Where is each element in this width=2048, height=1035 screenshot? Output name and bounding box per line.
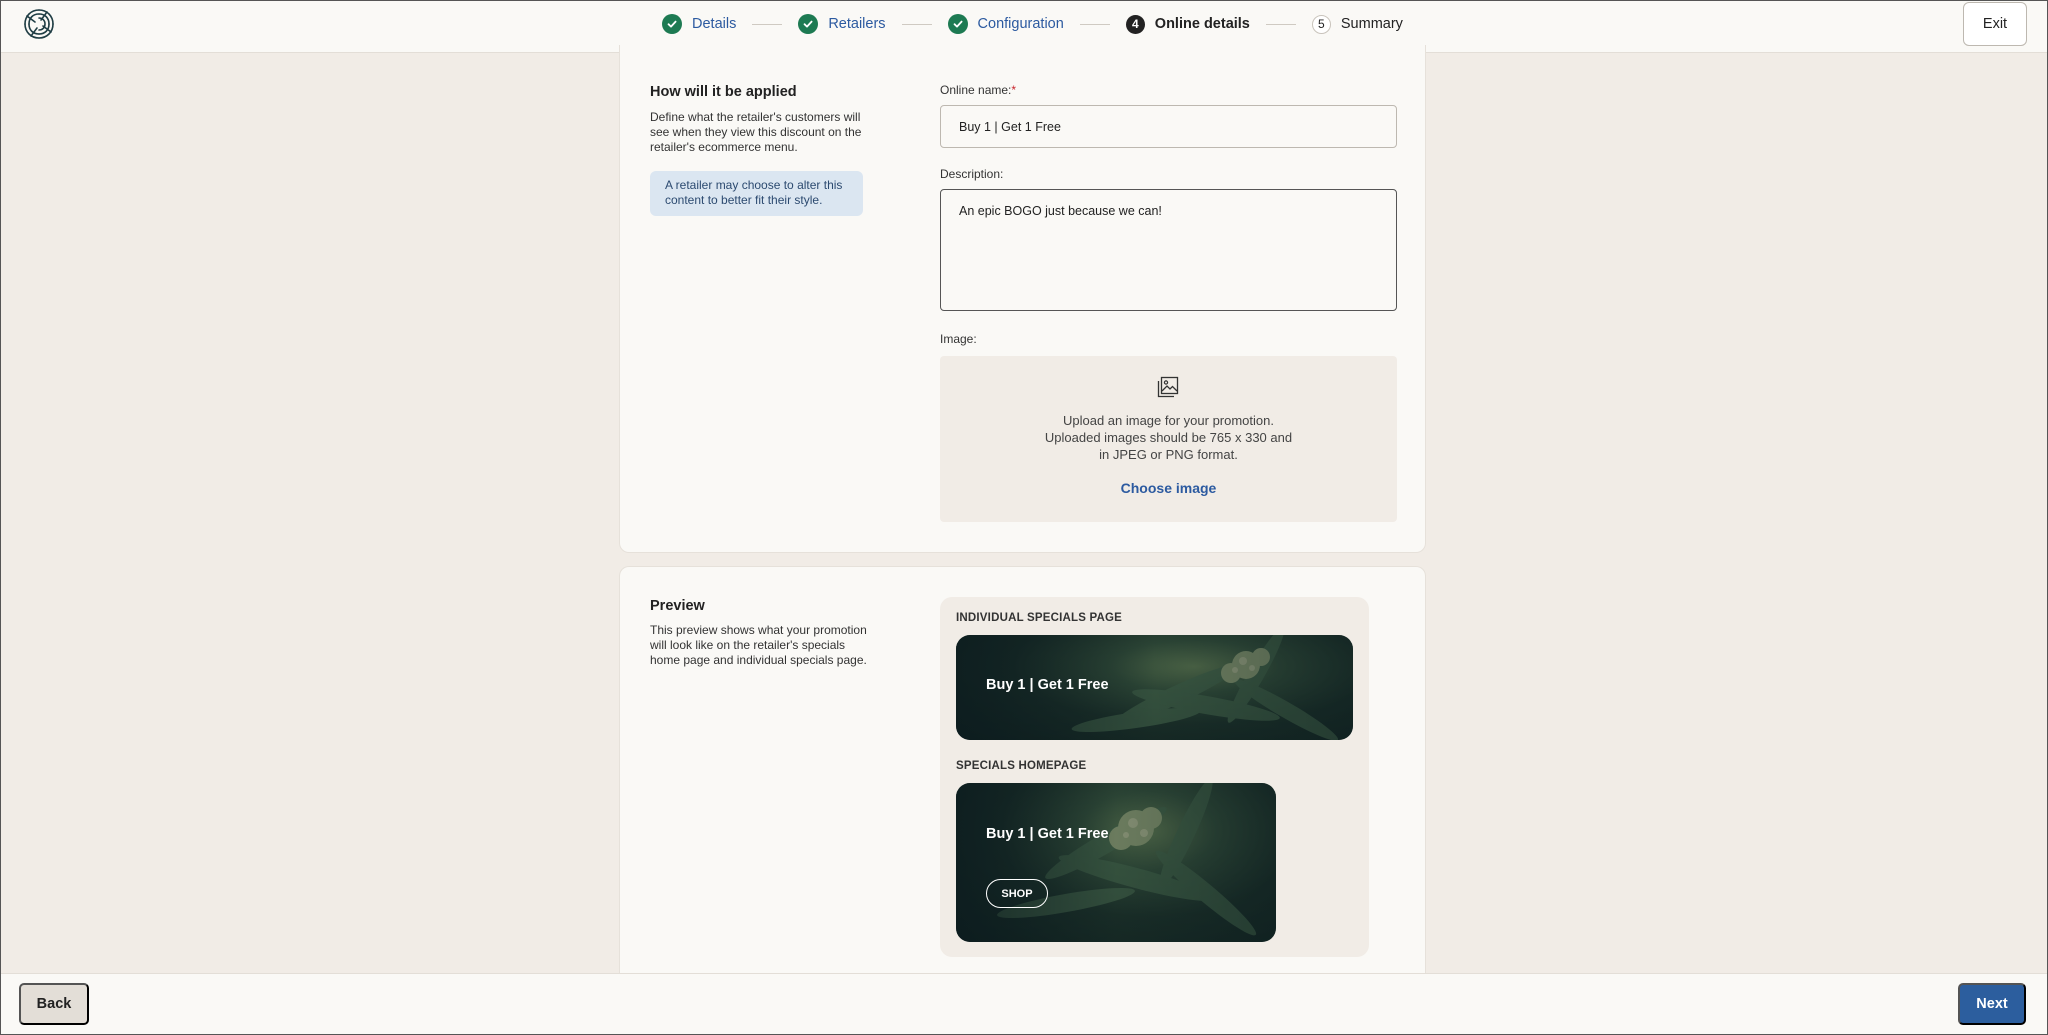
step-summary[interactable]: 5 Summary bbox=[1311, 14, 1403, 34]
description-textarea[interactable]: An epic BOGO just because we can! bbox=[940, 189, 1397, 311]
footer-bar: Back Next bbox=[1, 973, 2047, 1034]
exit-button[interactable]: Exit bbox=[1963, 2, 2027, 46]
step-label: Configuration bbox=[977, 16, 1064, 32]
step-details[interactable]: Details bbox=[662, 14, 736, 34]
shop-button[interactable]: SHOP bbox=[986, 879, 1048, 908]
applied-card: How will it be applied Define what the r… bbox=[619, 45, 1426, 553]
image-label: Image: bbox=[940, 332, 977, 346]
banner-overlay bbox=[956, 783, 1276, 942]
step-retailers[interactable]: Retailers bbox=[798, 14, 886, 34]
check-icon bbox=[662, 14, 682, 34]
banner-title: Buy 1 | Get 1 Free bbox=[986, 677, 1109, 693]
specials-homepage-label: SPECIALS HOMEPAGE bbox=[956, 760, 1087, 772]
step-connector bbox=[1265, 23, 1296, 25]
check-icon bbox=[947, 14, 968, 34]
step-number: 5 bbox=[1311, 14, 1331, 34]
step-connector bbox=[901, 23, 932, 25]
preview-panel: INDIVIDUAL SPECIALS PAGE Buy 1 | Get 1 F… bbox=[940, 597, 1369, 957]
upload-instructions: Upload an image for your promotion. Uplo… bbox=[1044, 413, 1293, 462]
step-number: 4 bbox=[1125, 14, 1145, 34]
choose-image-link[interactable]: Choose image bbox=[940, 480, 1397, 496]
step-label: Online details bbox=[1154, 16, 1250, 32]
check-icon bbox=[798, 14, 819, 34]
stepper: Details Retailers Configuration 4 Online… bbox=[662, 13, 1403, 35]
info-callout: A retailer may choose to alter this cont… bbox=[650, 171, 863, 216]
step-label: Retailers bbox=[828, 16, 886, 32]
section-description: Define what the retailer's customers wil… bbox=[650, 110, 862, 154]
section-description: This preview shows what your promotion w… bbox=[650, 623, 867, 667]
next-button[interactable]: Next bbox=[1958, 983, 2026, 1025]
step-label: Details bbox=[692, 16, 737, 32]
step-connector bbox=[1079, 23, 1110, 25]
section-title: How will it be applied bbox=[650, 84, 797, 100]
logo-icon[interactable] bbox=[21, 6, 57, 42]
banner-title: Buy 1 | Get 1 Free bbox=[986, 826, 1109, 842]
step-configuration[interactable]: Configuration bbox=[947, 14, 1064, 34]
back-button[interactable]: Back bbox=[19, 983, 89, 1025]
specials-homepage-banner: Buy 1 | Get 1 Free SHOP bbox=[956, 783, 1276, 942]
preview-card: Preview This preview shows what your pro… bbox=[619, 566, 1426, 986]
required-mark: * bbox=[1011, 83, 1017, 97]
step-connector bbox=[752, 23, 783, 25]
online-name-label: Online name:* bbox=[940, 83, 1017, 97]
image-upload-zone[interactable]: Upload an image for your promotion. Uplo… bbox=[940, 356, 1397, 522]
section-title: Preview bbox=[650, 598, 705, 614]
online-name-input[interactable]: Buy 1 | Get 1 Free bbox=[940, 105, 1397, 148]
image-icon bbox=[1157, 376, 1179, 398]
step-online-details[interactable]: 4 Online details bbox=[1125, 14, 1250, 34]
individual-specials-label: INDIVIDUAL SPECIALS PAGE bbox=[956, 612, 1123, 624]
step-label: Summary bbox=[1340, 16, 1403, 32]
individual-specials-banner: Buy 1 | Get 1 Free bbox=[956, 635, 1353, 740]
description-label: Description: bbox=[940, 167, 1004, 181]
